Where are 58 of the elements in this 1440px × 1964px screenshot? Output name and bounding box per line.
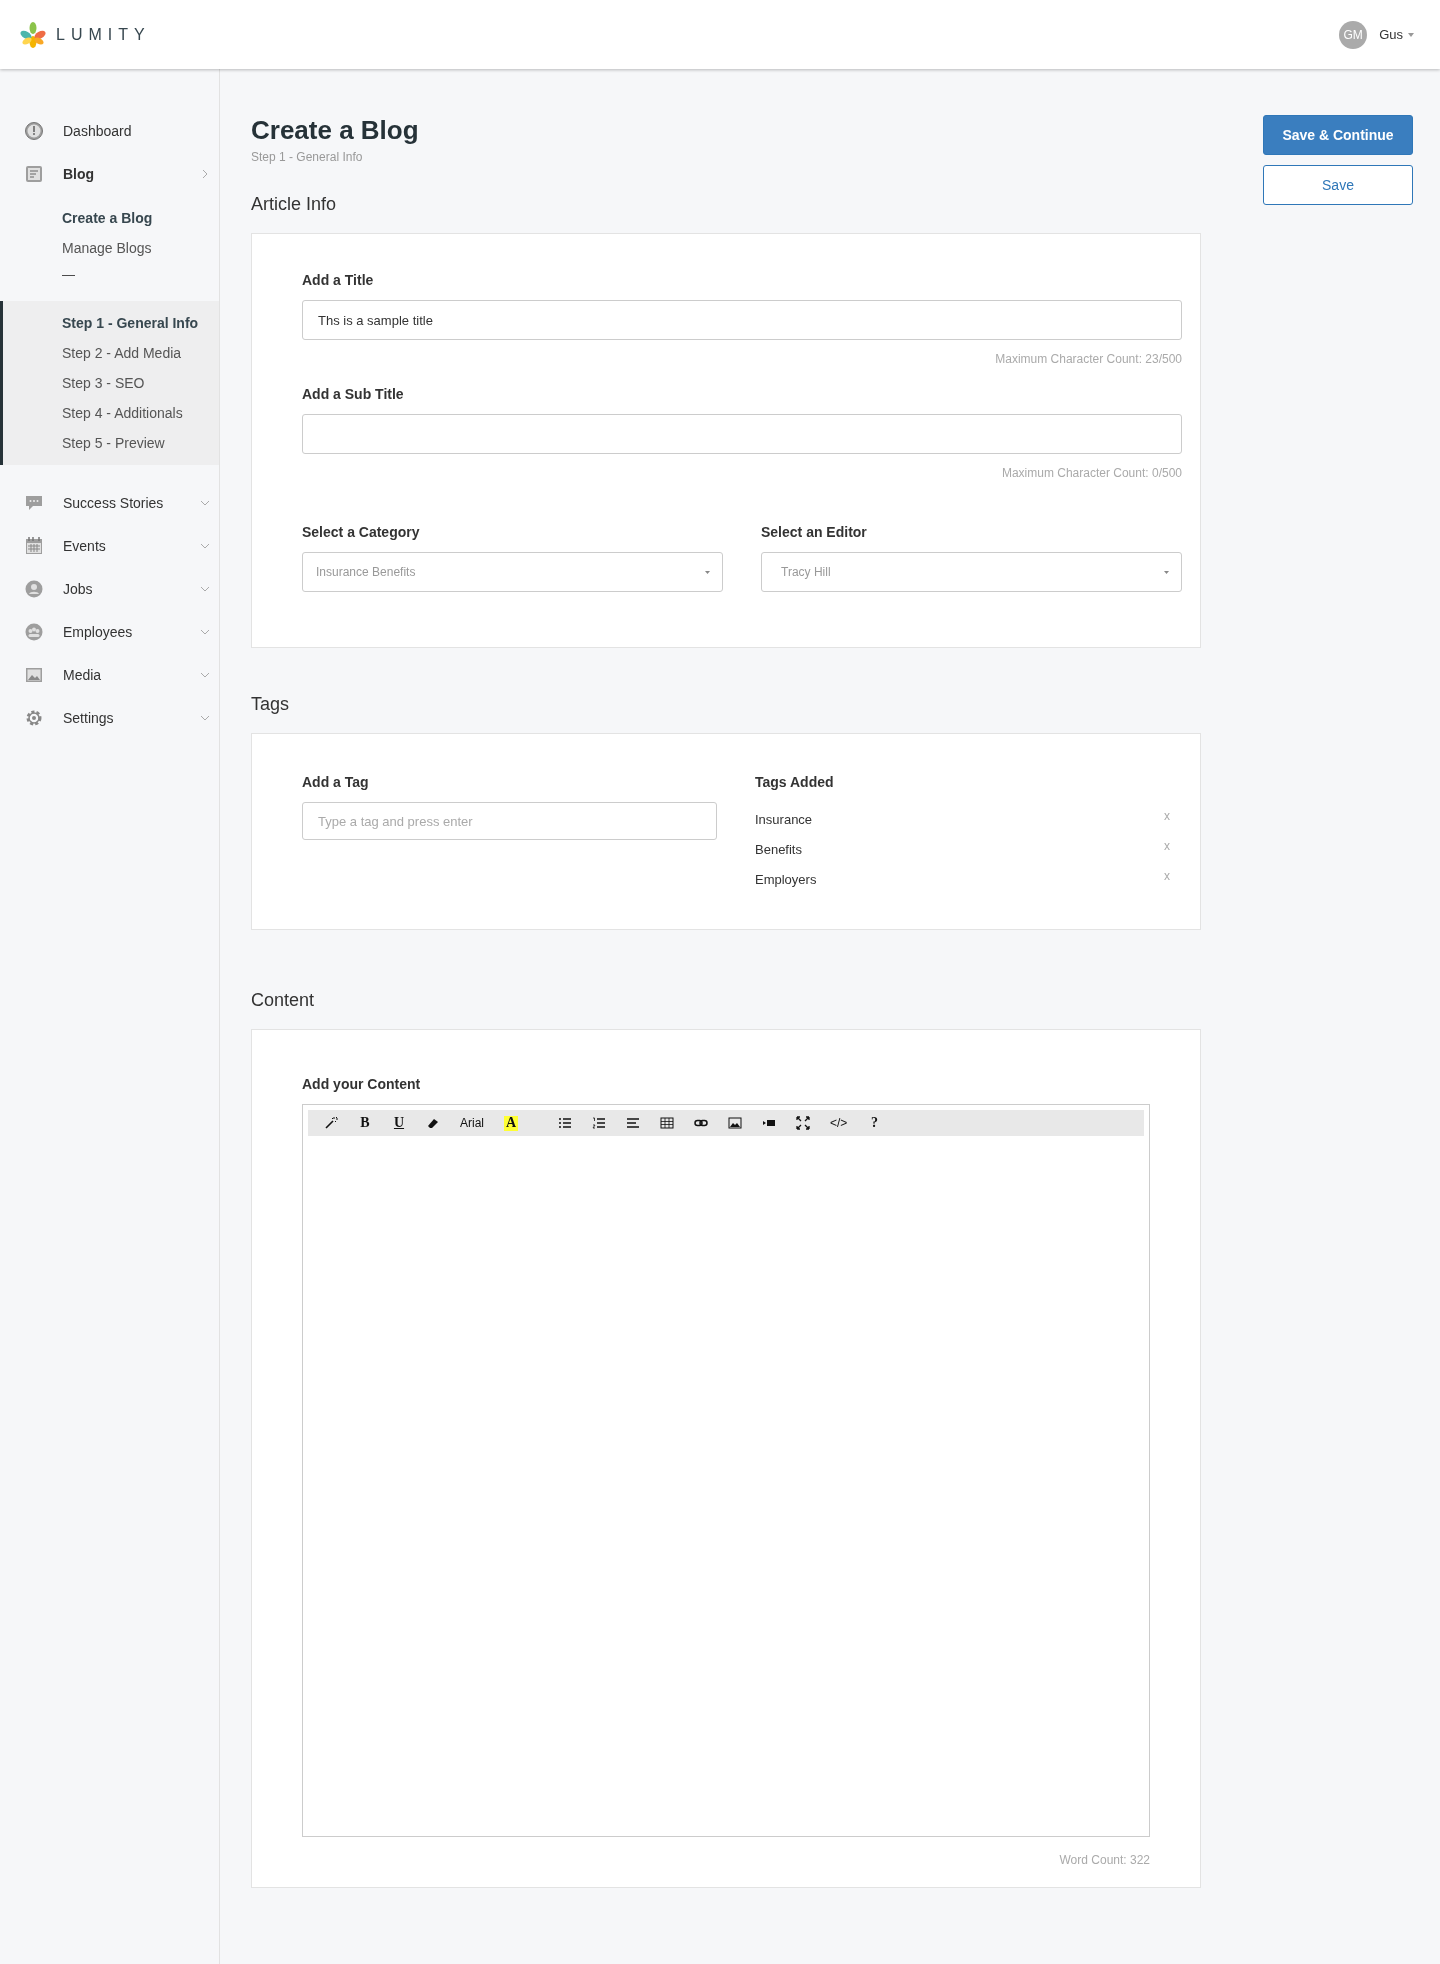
field-label: Add a Title — [302, 272, 374, 288]
tag-label: Insurance — [755, 811, 813, 827]
submenu-item[interactable]: Manage Blogs — [62, 233, 219, 263]
step-item[interactable]: Step 1 - General Info — [62, 308, 199, 338]
calendar-icon — [24, 535, 44, 556]
highlight-button[interactable]: A — [504, 1115, 518, 1131]
group-icon — [24, 621, 44, 642]
sidebar-item[interactable]: Settings — [0, 696, 219, 739]
caret-icon — [1164, 570, 1169, 574]
tag-label: Benefits — [755, 841, 802, 857]
page-subtitle: Step 1 - General Info — [251, 150, 364, 164]
section-heading: Article Info — [251, 194, 338, 215]
toolbar-button[interactable]: </> — [830, 1113, 848, 1133]
character-count: Maximum Character Count: 23/500 — [995, 352, 1182, 366]
title-field[interactable]: Ths is a sample title — [302, 300, 1182, 340]
rich-text-editor[interactable]: B U Arial A </> ? — [302, 1104, 1150, 1837]
person-icon — [24, 578, 44, 599]
brand-name: LUMITY — [56, 25, 151, 44]
caret-icon — [705, 570, 710, 574]
tag-field[interactable]: Type a tag and press enter — [302, 802, 717, 840]
toolbar-button[interactable]: B — [358, 1113, 372, 1133]
sidebar-item[interactable]: Media — [0, 653, 219, 696]
sidebar-item[interactable]: Employees — [0, 610, 219, 653]
field-label: Select a Category — [302, 524, 420, 540]
section-heading: Content — [251, 990, 316, 1011]
field-label: Select an Editor — [761, 524, 867, 540]
flower-logo-icon — [20, 21, 46, 48]
sidebar-item[interactable]: Success Stories — [0, 481, 219, 524]
word-count: Word Count: 322 — [1059, 1853, 1150, 1867]
separator-dash: — — [62, 266, 75, 284]
field-label: Tags Added — [755, 774, 834, 790]
subtitle-field[interactable] — [302, 414, 1182, 454]
field-label: Add a Tag — [302, 774, 369, 790]
user-menu[interactable]: Gus — [1379, 27, 1414, 42]
section-heading: Tags — [251, 694, 291, 715]
sidebar-item[interactable]: Blog — [0, 152, 219, 195]
field-label: Add a Sub Title — [302, 386, 404, 402]
step-item[interactable]: Step 4 - Additionals — [62, 398, 183, 428]
sidebar-item[interactable]: Jobs — [0, 567, 219, 610]
tag-label: Employers — [755, 871, 817, 887]
note-icon — [24, 163, 44, 184]
field-label: Add your Content — [302, 1076, 421, 1092]
character-count: Maximum Character Count: 0/500 — [1001, 466, 1182, 480]
step-item[interactable]: Step 3 - SEO — [62, 368, 145, 398]
save-continue-button[interactable]: Save & Continue — [1263, 115, 1413, 155]
caret-icon — [1408, 32, 1414, 37]
step-item[interactable]: Step 2 - Add Media — [62, 338, 182, 368]
sidebar-item[interactable]: Dashboard — [0, 109, 219, 152]
submenu-item[interactable]: Create a Blog — [62, 203, 219, 233]
page-title: Create a Blog — [251, 115, 420, 146]
toolbar-button[interactable]: Arial — [460, 1113, 484, 1133]
sidebar-item[interactable]: Events — [0, 524, 219, 567]
save-button[interactable]: Save — [1263, 165, 1413, 205]
gauge-icon — [24, 120, 44, 141]
toolbar-button[interactable]: ? — [867, 1113, 882, 1133]
fullscreen-icon[interactable] — [796, 1113, 810, 1133]
step-item[interactable]: Step 5 - Preview — [62, 428, 165, 458]
toolbar-button[interactable]: U — [392, 1113, 406, 1133]
